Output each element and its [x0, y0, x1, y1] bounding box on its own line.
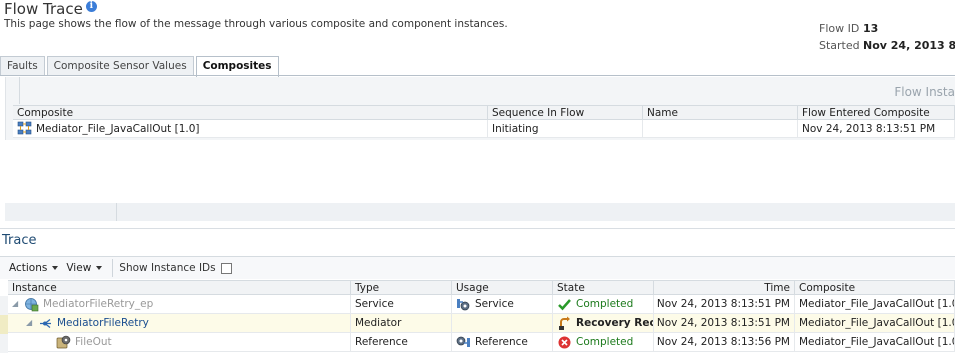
toolbar-separator [112, 259, 114, 277]
view-label: View [66, 262, 92, 274]
instance-link[interactable]: FileOut [75, 333, 112, 351]
entered-cell: Nov 24, 2013 8:13:51 PM [798, 120, 955, 137]
chevron-down-icon [96, 266, 103, 270]
state-label: Completed [576, 298, 634, 310]
show-instance-ids-label: Show Instance IDs [119, 262, 216, 274]
sequence-cell: Initiating [488, 120, 643, 137]
type-cell: Mediator [351, 314, 452, 332]
tab-composite-sensor-values[interactable]: Composite Sensor Values [46, 56, 194, 76]
time-cell: Nov 24, 2013 8:13:51 PM [654, 314, 795, 332]
composite-cell: Mediator_File_JavaCallOut [1.0] [795, 314, 955, 332]
composite-cell: Mediator_File_JavaCallOut [1.0] [795, 295, 955, 313]
table-row[interactable]: FileOut Reference Reference Completed No… [8, 333, 955, 352]
instance-link[interactable]: MediatorFileRetry_ep [43, 295, 153, 313]
service-gear-icon [456, 297, 471, 312]
composites-table-header: Composite Sequence In Flow Name Flow Ent… [13, 105, 955, 120]
col-type[interactable]: Type [351, 281, 452, 294]
trace-table: Instance Type Usage State Time Composite… [8, 280, 955, 352]
row-selector-strip [0, 296, 8, 353]
name-cell [643, 120, 798, 137]
state-label[interactable]: Recovery Rec [576, 314, 653, 332]
usage-cell: Reference [452, 333, 553, 351]
composites-table: Composite Sequence In Flow Name Flow Ent… [13, 105, 955, 138]
flow-info: Flow ID 13 Started Nov 24, 2013 8:1 [819, 20, 955, 54]
composite-cell: Mediator_File_JavaCallOut [1.0] [795, 333, 955, 351]
chevron-down-icon [52, 266, 59, 270]
reference-icon [56, 335, 71, 350]
service-icon [24, 297, 39, 312]
info-icon[interactable]: i [85, 0, 97, 12]
started-value: Nov 24, 2013 8:1 [863, 39, 955, 52]
usage-label: Service [475, 298, 514, 310]
table-row[interactable]: ◢ MediatorFileRetry_ep Service Service C… [8, 295, 955, 314]
col-state[interactable]: State [553, 281, 654, 294]
flow-instance-label: Flow Insta [894, 85, 955, 99]
panel-toolbar-strip [6, 77, 20, 104]
collapse-icon[interactable]: ◢ [26, 314, 34, 332]
col-instance[interactable]: Instance [8, 281, 351, 294]
col-name[interactable]: Name [643, 106, 798, 119]
tab-underline [0, 75, 955, 76]
tab-bar: Faults Composite Sensor Values Composite… [0, 56, 281, 77]
actions-menu[interactable]: Actions [9, 262, 59, 274]
mediator-icon [38, 316, 53, 331]
usage-cell: Service [452, 295, 553, 313]
time-cell: Nov 24, 2013 8:13:51 PM [654, 295, 795, 313]
col-time[interactable]: Time [654, 281, 795, 294]
instance-cell: ◢ MediatorFileRetry_ep [8, 295, 351, 313]
tab-faults[interactable]: Faults [0, 56, 45, 76]
started-label: Started [819, 39, 860, 52]
table-row[interactable]: Mediator_File_JavaCallOut [1.0] Initiati… [13, 120, 955, 138]
col-composite[interactable]: Composite [13, 106, 488, 119]
collapse-icon[interactable]: ◢ [12, 295, 20, 313]
flow-id-label: Flow ID [819, 22, 860, 35]
composites-empty-area [5, 140, 955, 203]
instance-cell: FileOut [8, 333, 351, 351]
composites-footer [5, 203, 955, 221]
show-instance-ids-checkbox[interactable] [220, 262, 232, 274]
section-divider [0, 228, 955, 229]
page-title: Flow Trace i [4, 0, 97, 18]
usage-label: Reference [475, 336, 528, 348]
error-icon [557, 335, 572, 350]
trace-title: Trace [2, 233, 37, 248]
col-sequence[interactable]: Sequence In Flow [488, 106, 643, 119]
usage-cell [452, 314, 553, 332]
composite-name-link[interactable]: Mediator_File_JavaCallOut [1.0] [36, 120, 200, 137]
col-flow-entered[interactable]: Flow Entered Composite [798, 106, 955, 119]
composite-cell[interactable]: Mediator_File_JavaCallOut [1.0] [13, 120, 488, 137]
table-row[interactable]: ◢ MediatorFileRetry Mediator Recovery Re… [8, 314, 955, 333]
state-cell: Completed [553, 295, 654, 313]
view-menu[interactable]: View [66, 262, 103, 274]
state-label: Completed [576, 336, 634, 348]
page-title-text: Flow Trace [4, 0, 83, 18]
actions-label: Actions [9, 262, 48, 274]
instance-link[interactable]: MediatorFileRetry [57, 314, 149, 332]
reference-gear-icon [456, 335, 471, 350]
trace-toolbar: Actions View Show Instance IDs [0, 256, 955, 279]
recovery-icon [557, 316, 572, 331]
type-cell: Reference [351, 333, 452, 351]
col-composite[interactable]: Composite [795, 281, 955, 294]
state-cell: Completed [553, 333, 654, 351]
trace-table-header: Instance Type Usage State Time Composite [8, 280, 955, 295]
flow-id-value: 13 [863, 22, 879, 35]
type-cell: Service [351, 295, 452, 313]
page-subtitle: This page shows the flow of the message … [4, 18, 508, 30]
state-cell: Recovery Rec [553, 314, 654, 332]
tab-composites[interactable]: Composites [195, 56, 279, 77]
composite-icon [17, 121, 32, 136]
col-usage[interactable]: Usage [452, 281, 553, 294]
checkmark-icon [557, 297, 572, 312]
instance-cell: ◢ MediatorFileRetry [8, 314, 351, 332]
time-cell: Nov 24, 2013 8:13:56 PM [654, 333, 795, 351]
